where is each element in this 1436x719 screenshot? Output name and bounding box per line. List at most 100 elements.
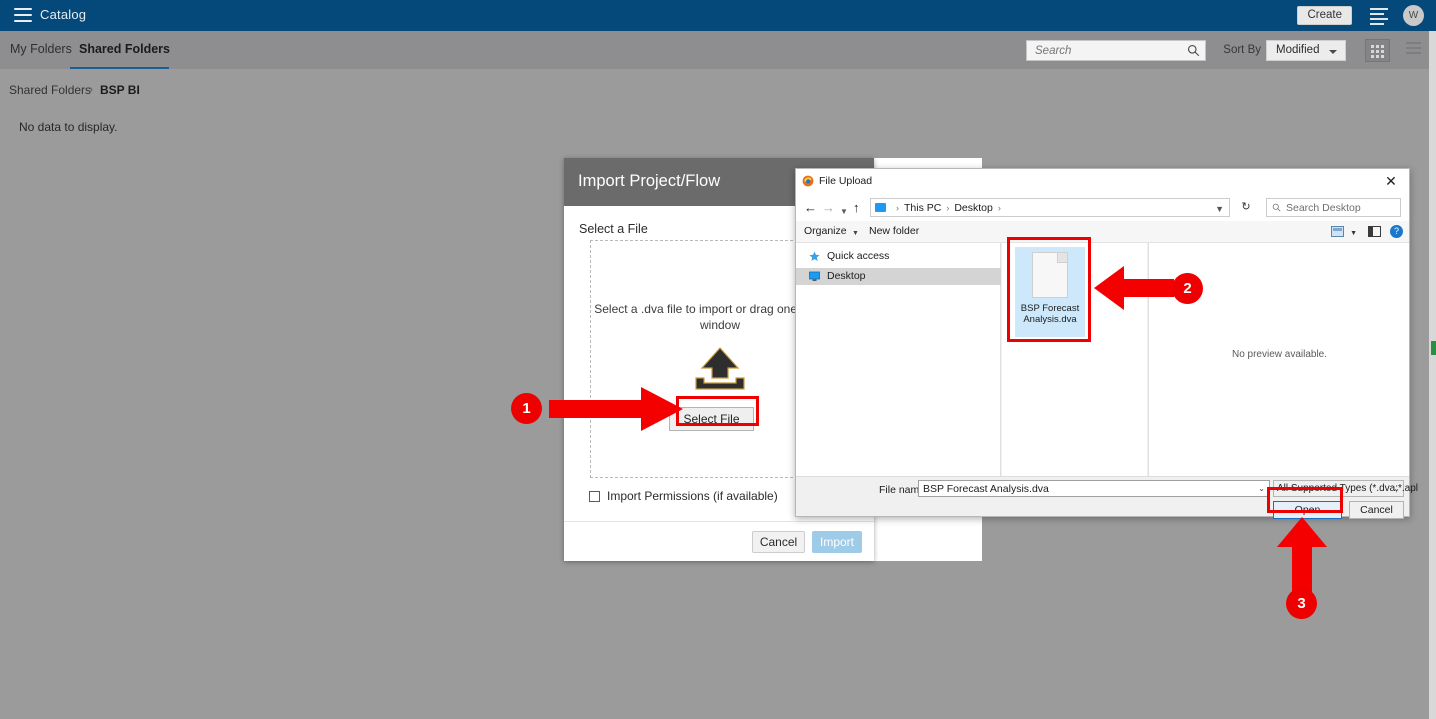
avatar[interactable]: W: [1403, 5, 1424, 26]
sidebar-item-label: Quick access: [827, 250, 890, 262]
sidebar-item-quick-access[interactable]: Quick access: [796, 248, 1001, 265]
list-view-icon[interactable]: [1401, 39, 1426, 62]
annotation-highlight-file-tile: [1007, 237, 1091, 342]
chevron-down-icon: [1329, 50, 1337, 54]
chevron-down-icon[interactable]: ▼: [1215, 204, 1224, 214]
menu-bar: [1370, 18, 1388, 20]
list-line: [1406, 47, 1421, 49]
grid-cell: [1371, 50, 1374, 53]
address-bar[interactable]: › This PC › Desktop › ▼: [870, 198, 1230, 217]
file-upload-search-placeholder: Search Desktop: [1286, 202, 1361, 214]
file-name-value: BSP Forecast Analysis.dva: [923, 483, 1049, 495]
tab-shared-folders[interactable]: Shared Folders: [79, 42, 170, 56]
hamburger-bar: [14, 8, 32, 10]
app-title: Catalog: [40, 7, 87, 22]
grid-cell: [1376, 55, 1379, 58]
annotation-arrow-left: [1094, 266, 1174, 310]
grid-view-icon[interactable]: [1365, 39, 1390, 62]
hamburger-menu-icon[interactable]: [14, 8, 32, 22]
desktop-monitor-icon: [809, 271, 820, 281]
sidebar-item-label: Desktop: [827, 270, 866, 282]
new-folder-button[interactable]: New folder: [869, 225, 919, 237]
annotation-arrow-right: [549, 387, 683, 431]
address-separator: ›: [997, 203, 1001, 213]
import-permissions-checkbox[interactable]: [589, 491, 600, 502]
annotation-badge-3: 3: [1286, 588, 1317, 619]
view-layout-icon[interactable]: [1331, 226, 1344, 237]
file-upload-titlebar: File Upload ✕: [796, 169, 1409, 194]
annotation-badge-2: 2: [1172, 273, 1203, 304]
organize-button[interactable]: Organize: [804, 225, 847, 237]
select-a-file-label: Select a File: [579, 222, 648, 236]
grid-cell: [1381, 55, 1384, 58]
file-upload-toolbar: Organize ▼ New folder ▼ ?: [796, 221, 1409, 243]
grid-cell: [1376, 45, 1379, 48]
list-line: [1406, 52, 1421, 54]
preview-pane-fill: [1369, 227, 1373, 236]
firefox-icon: [802, 175, 814, 187]
help-icon[interactable]: ?: [1390, 225, 1403, 238]
search-box[interactable]: [1026, 40, 1206, 61]
hamburger-bar: [14, 20, 32, 22]
address-crumb-this-pc[interactable]: This PC: [904, 202, 941, 214]
file-upload-title: File Upload: [819, 175, 873, 187]
app-header: Catalog Create W: [0, 0, 1436, 31]
page-scrollbar-thumb[interactable]: [1431, 341, 1436, 355]
dialog-title: Import Project/Flow: [578, 172, 721, 190]
close-icon[interactable]: ✕: [1377, 172, 1405, 191]
file-upload-search-box[interactable]: Search Desktop: [1266, 198, 1401, 217]
chevron-down-icon[interactable]: ▼: [1350, 230, 1357, 237]
preview-message: No preview available.: [1231, 349, 1328, 360]
grid-cell: [1371, 45, 1374, 48]
menu-bar: [1370, 23, 1384, 25]
chevron-down-icon: ⌄: [1393, 484, 1400, 493]
chevron-down-icon[interactable]: ▼: [852, 230, 859, 237]
address-crumb-desktop[interactable]: Desktop: [954, 202, 993, 214]
menu-bar: [1370, 13, 1384, 15]
dialog-footer: Cancel Import: [564, 521, 874, 561]
file-upload-cancel-button[interactable]: Cancel: [1349, 501, 1404, 519]
create-button[interactable]: Create: [1297, 6, 1352, 25]
arrow-right-icon[interactable]: →: [822, 201, 835, 214]
file-name-input[interactable]: BSP Forecast Analysis.dva ⌄: [918, 480, 1270, 497]
arrow-up-icon[interactable]: ↑: [853, 201, 860, 214]
cancel-button[interactable]: Cancel: [752, 531, 805, 553]
search-icon[interactable]: [1187, 44, 1200, 57]
file-upload-sidebar: Quick access Desktop: [796, 243, 1001, 476]
chevron-down-icon[interactable]: ▼: [840, 205, 848, 218]
upload-arrow-icon: [695, 347, 745, 390]
import-button[interactable]: Import: [812, 531, 862, 553]
breadcrumb-current: BSP BI: [100, 83, 140, 97]
page-scrollbar[interactable]: [1429, 31, 1436, 719]
grid-cell: [1381, 50, 1384, 53]
breadcrumb-separator: ›: [89, 82, 93, 96]
annotation-arrow-up: [1277, 517, 1327, 595]
empty-state-message: No data to display.: [19, 120, 118, 134]
tab-my-folders[interactable]: My Folders: [10, 42, 72, 56]
list-line: [1406, 42, 1421, 44]
chevron-down-icon[interactable]: ⌄: [1258, 484, 1265, 493]
sidebar-item-desktop[interactable]: Desktop: [796, 268, 1001, 285]
file-upload-window: File Upload ✕ ← → ▼ ↑ › This PC › Desktop › …: [795, 168, 1418, 519]
sub-navigation-bar: My Folders Shared Folders Sort By Modifi…: [0, 31, 1436, 70]
annotation-highlight-select-file: [676, 396, 759, 426]
address-breadcrumbs: › This PC › Desktop ›: [891, 202, 1006, 214]
refresh-icon[interactable]: ↻: [1236, 198, 1256, 217]
sort-by-select[interactable]: Modified: [1266, 40, 1346, 61]
menu-bar: [1370, 8, 1388, 10]
search-input[interactable]: [1033, 44, 1183, 58]
file-upload-navbar: ← → ▼ ↑ › This PC › Desktop › ▼ ↻ Search Des…: [796, 194, 1409, 221]
annotation-highlight-open: [1267, 487, 1343, 513]
annotation-badge-1: 1: [511, 393, 542, 424]
hamburger-bar: [14, 14, 32, 16]
grid-cells: [1371, 45, 1386, 58]
address-separator: ›: [946, 203, 950, 213]
list-menu-icon[interactable]: [1370, 8, 1388, 25]
pin-star-icon: [809, 251, 820, 261]
this-pc-icon: [875, 203, 886, 212]
grid-cell: [1381, 45, 1384, 48]
sort-by-value: Modified: [1276, 44, 1320, 56]
arrow-left-icon[interactable]: ←: [804, 201, 817, 214]
breadcrumb-root[interactable]: Shared Folders: [9, 83, 91, 97]
preview-pane-icon[interactable]: [1368, 226, 1381, 237]
